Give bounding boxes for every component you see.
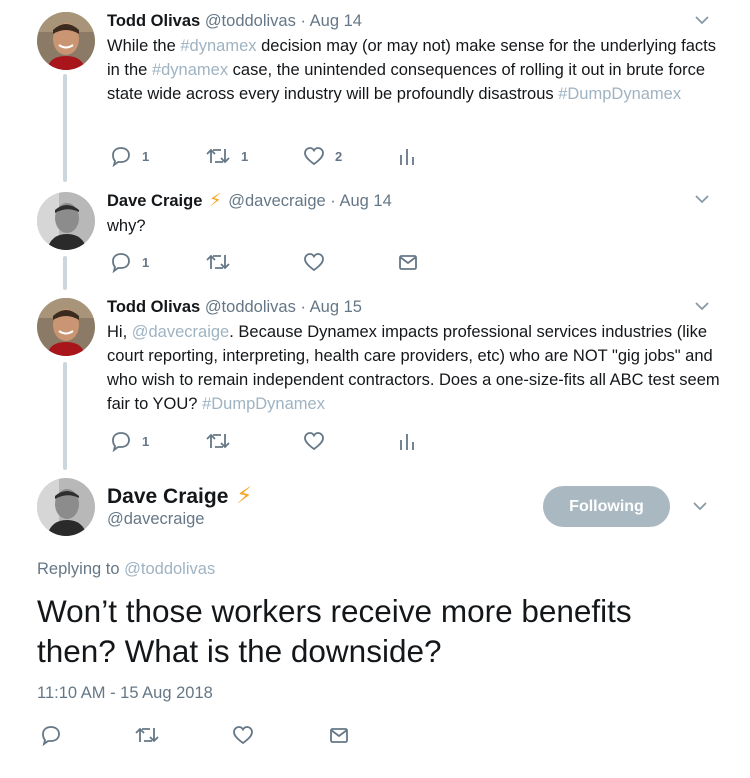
tweet: Todd Olivas @toddolivas · Aug 14 While t…: [107, 10, 720, 106]
reply-button[interactable]: 1: [110, 430, 149, 452]
author-name[interactable]: Todd Olivas: [107, 12, 200, 30]
reply-button[interactable]: [40, 724, 62, 746]
retweet-button[interactable]: [134, 724, 160, 746]
avatar-dave-craige[interactable]: [37, 478, 95, 536]
mention-link[interactable]: @davecraige: [132, 323, 229, 341]
heart-icon: [304, 432, 324, 451]
message-icon: [330, 728, 348, 743]
like-count: 2: [335, 148, 343, 164]
tweet-actions: 1: [107, 251, 427, 275]
author-name[interactable]: Todd Olivas: [107, 298, 200, 316]
message-icon: [399, 255, 417, 270]
main-author-handle[interactable]: @davecraige: [107, 510, 204, 529]
like-button[interactable]: [303, 251, 325, 273]
lightning-bolt-icon: ⚡: [208, 190, 222, 210]
tweet: Dave Craige ⚡ @davecraige · Aug 14 why?: [107, 189, 720, 238]
reply-icon: [112, 432, 130, 452]
direct-message-button[interactable]: [397, 251, 419, 273]
separator-dot: ·: [300, 12, 306, 30]
tweet-text: While the #dynamex decision may (or may …: [107, 34, 720, 106]
retweet-icon: [206, 433, 230, 449]
retweet-icon: [206, 148, 230, 164]
hashtag-link[interactable]: #DumpDynamex: [202, 395, 325, 413]
hashtag-link[interactable]: #DumpDynamex: [558, 85, 681, 103]
tweet-text: why?: [107, 217, 146, 235]
hashtag-link[interactable]: #dynamex: [152, 61, 228, 79]
author-name[interactable]: Dave Craige: [107, 192, 202, 210]
direct-message-button[interactable]: [328, 724, 350, 746]
mention-link[interactable]: @toddolivas: [124, 560, 215, 578]
tweet-date[interactable]: Aug 14: [310, 12, 362, 30]
like-button[interactable]: 2: [303, 145, 342, 167]
tweet-actions: 1 1 2: [107, 145, 427, 169]
hashtag-link[interactable]: #dynamex: [180, 37, 256, 55]
tweet-date[interactable]: Aug 14: [339, 192, 391, 210]
avatar-todd-olivas[interactable]: [37, 298, 95, 356]
thread-line: [63, 362, 67, 470]
tweet-header: Todd Olivas @toddolivas · Aug 15: [107, 296, 720, 318]
avatar-dave-craige[interactable]: [37, 192, 95, 250]
main-author-name[interactable]: Dave Craige ⚡: [107, 482, 254, 509]
lightning-bolt-icon: ⚡: [236, 482, 253, 508]
reply-count: 1: [142, 254, 150, 270]
analytics-icon: [400, 149, 414, 165]
like-button[interactable]: [232, 724, 254, 746]
analytics-icon: [400, 434, 414, 450]
reply-icon: [112, 253, 130, 273]
retweet-button[interactable]: [205, 251, 231, 273]
retweet-button[interactable]: 1: [205, 145, 248, 167]
author-handle[interactable]: @toddolivas: [205, 298, 296, 316]
retweet-button[interactable]: [205, 430, 231, 452]
replying-to: Replying to @toddolivas: [37, 560, 215, 579]
reply-button[interactable]: 1: [110, 251, 149, 273]
heart-icon: [304, 147, 324, 166]
chevron-down-icon[interactable]: [694, 193, 710, 205]
tweet-timestamp[interactable]: 11:10 AM - 15 Aug 2018: [37, 684, 213, 703]
tweet-actions: 1: [107, 430, 427, 454]
separator-dot: ·: [330, 192, 336, 210]
text-run: Hi,: [107, 323, 132, 341]
author-handle[interactable]: @davecraige: [228, 192, 325, 210]
thread-line: [63, 74, 67, 182]
main-tweet-actions: [40, 724, 360, 748]
reply-button[interactable]: 1: [110, 145, 149, 167]
main-tweet-text: Won’t those workers receive more benefit…: [37, 593, 632, 669]
retweet-count: 1: [241, 148, 249, 164]
following-button[interactable]: Following: [543, 486, 670, 527]
like-button[interactable]: [303, 430, 325, 452]
retweet-icon: [206, 254, 230, 270]
tweet: Todd Olivas @toddolivas · Aug 15 Hi, @da…: [107, 296, 720, 416]
chevron-down-icon[interactable]: [694, 300, 710, 312]
text-run: While the: [107, 37, 181, 55]
replying-prefix: Replying to: [37, 560, 125, 578]
reply-icon: [42, 726, 60, 746]
heart-icon: [304, 253, 324, 272]
separator-dot: ·: [300, 298, 306, 316]
tweet-header: Dave Craige ⚡ @davecraige · Aug 14: [107, 189, 720, 212]
chevron-down-icon[interactable]: [694, 14, 710, 26]
chevron-down-icon[interactable]: [692, 500, 708, 512]
author-handle[interactable]: @toddolivas: [205, 12, 296, 30]
heart-icon: [233, 726, 253, 745]
thread-line: [63, 256, 67, 290]
tweet-date[interactable]: Aug 15: [310, 298, 362, 316]
tweet-header: Todd Olivas @toddolivas · Aug 14: [107, 10, 720, 32]
reply-count: 1: [142, 148, 150, 164]
analytics-button[interactable]: [397, 430, 417, 452]
reply-icon: [112, 147, 130, 167]
analytics-button[interactable]: [397, 145, 417, 167]
avatar-todd-olivas[interactable]: [37, 12, 95, 70]
reply-count: 1: [142, 433, 150, 449]
retweet-icon: [135, 727, 159, 743]
author-name[interactable]: Dave Craige: [107, 485, 228, 508]
tweet-text: Hi, @davecraige. Because Dynamex impacts…: [107, 320, 720, 416]
